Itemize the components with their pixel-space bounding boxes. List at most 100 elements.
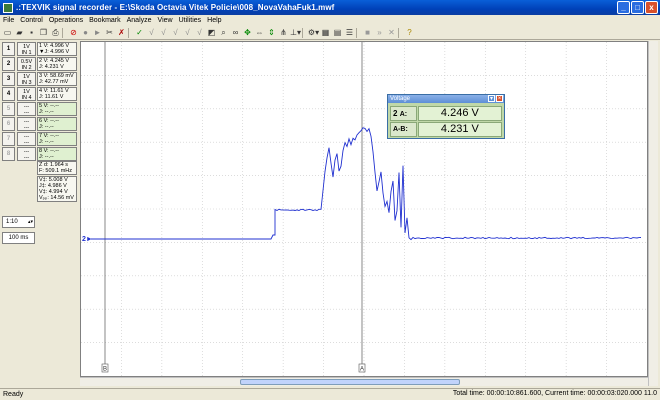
tools-icon[interactable]: ✂ [104, 27, 115, 38]
close-button[interactable]: x [645, 1, 658, 14]
play-icon[interactable]: ► [92, 27, 103, 38]
grid-icon[interactable]: ▤ [332, 27, 343, 38]
menu-bookmark[interactable]: Bookmark [89, 17, 121, 24]
voltage-a-value: 4.246 V [417, 106, 502, 121]
channel-panel: 1 1V IN 11 V: 4.996 V ▼J: 4.996 V 2 0.5V IN 22… [0, 41, 78, 386]
square-icon[interactable]: ■ [362, 27, 373, 38]
channel-1-button[interactable]: 1 [2, 42, 15, 56]
channel-5-range[interactable]: --- --- [17, 102, 36, 116]
cursor-b-value: J: --.-- [39, 109, 54, 115]
voltage-window-menu-button[interactable]: ▾ [488, 95, 495, 102]
channel-5-values: 5 V: --.-- J: --.-- [37, 102, 77, 116]
channel-input-name: IN 3 [21, 80, 32, 86]
voltage-window-header[interactable]: Voltage ▾ × [388, 95, 504, 103]
channel-input-name: --- [23, 110, 30, 116]
cursor-b-value: J: --.-- [39, 124, 54, 130]
open-folder-icon[interactable]: ▰ [14, 27, 25, 38]
app-icon [3, 2, 13, 13]
channel-4-range[interactable]: 1V IN 4 [17, 87, 36, 101]
status-times: Total time: 00:00:10:861.600, Current ti… [452, 390, 657, 397]
cursor-b-value: J: 11.61 V [39, 94, 64, 100]
copy-icon[interactable]: ❐ [38, 27, 49, 38]
status-ready: Ready [3, 391, 24, 398]
save-icon[interactable]: ▪ [26, 27, 37, 38]
plot-canvas[interactable]: B A 2► [81, 42, 647, 376]
help-icon[interactable]: ? [404, 27, 415, 38]
stop-x-icon[interactable]: ✕ [386, 27, 397, 38]
channel-3-range[interactable]: 1V IN 3 [17, 72, 36, 86]
contrast-icon[interactable]: ◩ [206, 27, 217, 38]
settings-icon[interactable]: ⚙▾ [308, 27, 319, 38]
voltage-window-close-button[interactable]: × [496, 95, 503, 102]
cursor-b-value: ▼J: 4.996 V [39, 49, 70, 55]
menu-help[interactable]: Help [207, 17, 221, 24]
new-file-icon[interactable]: ▭ [2, 27, 13, 38]
check-v4-icon[interactable]: √ [182, 27, 193, 38]
voltage-ab-value: 4.231 V [417, 122, 502, 137]
channel-8-button[interactable]: 8 [2, 147, 15, 161]
channel-4-button[interactable]: 4 [2, 87, 15, 101]
toolbar-separator [62, 27, 66, 38]
channel-8-range[interactable]: --- --- [17, 147, 36, 161]
cursor-b-value: J: 42.77 mV [39, 79, 69, 85]
horizontal-scrollbar[interactable] [80, 377, 648, 386]
menu-file[interactable]: File [3, 17, 14, 24]
channel-3-button[interactable]: 3 [2, 72, 15, 86]
table-icon[interactable]: ▦ [320, 27, 331, 38]
channel-2-button[interactable]: 2 [2, 57, 15, 71]
menu-bar: File Control Operations Bookmark Analyze… [0, 15, 660, 26]
check-v2-icon[interactable]: √ [158, 27, 169, 38]
channel-input-name: IN 2 [21, 65, 32, 71]
toolbar-separator [356, 27, 360, 38]
channel-7-range[interactable]: --- --- [17, 132, 36, 146]
channel-input-name: --- [23, 140, 30, 146]
window-title: .:TEXVIK signal recorder - E:\Skoda Octa… [16, 3, 335, 12]
binoculars-icon[interactable]: ∞ [230, 27, 241, 38]
print-icon[interactable]: ⎙ [50, 27, 61, 38]
channel-7-values: 7 V: --.-- J: --.-- [37, 132, 77, 146]
menu-operations[interactable]: Operations [49, 17, 83, 24]
channel-input-name: IN 4 [21, 95, 32, 101]
check-v1-icon[interactable]: √ [146, 27, 157, 38]
scrollbar-thumb[interactable] [240, 379, 460, 385]
minimize-button[interactable]: _ [617, 1, 630, 14]
menu-utilities[interactable]: Utilities [179, 17, 202, 24]
stop-icon[interactable]: ⊘ [68, 27, 79, 38]
signal-trace [91, 127, 642, 241]
toolbar: ▭ ▰ ▪ ❐ ⎙ ⊘ ● ► ✂ ✗ ✓ √ √ √ √ √ ◩ ⌕ ∞ ✥ … [0, 26, 660, 40]
split-icon[interactable]: ⋔ [278, 27, 289, 38]
cursor-b-value: J: 4.231 V [39, 64, 64, 70]
check-v5-icon[interactable]: √ [194, 27, 205, 38]
channel-5-button[interactable]: 5 [2, 102, 15, 116]
zoom-select[interactable]: 1:10 ▴▾ [2, 216, 35, 228]
channel-6-button[interactable]: 6 [2, 117, 15, 131]
a-label: A: [399, 111, 408, 118]
check-icon[interactable]: ✓ [134, 27, 145, 38]
channel-6-range[interactable]: --- --- [17, 117, 36, 131]
check-v3-icon[interactable]: √ [170, 27, 181, 38]
channel-7-button[interactable]: 7 [2, 132, 15, 146]
time-div-field[interactable]: 100 ms [2, 232, 35, 244]
record-icon[interactable]: ● [80, 27, 91, 38]
cut-icon[interactable]: ✗ [116, 27, 127, 38]
channel-1-range[interactable]: 1V IN 1 [17, 42, 36, 56]
list-icon[interactable]: ☰ [344, 27, 355, 38]
signal-plot[interactable]: B A 2► [80, 41, 648, 377]
channel-2-range[interactable]: 0.5V IN 2 [17, 57, 36, 71]
menu-view[interactable]: View [158, 17, 173, 24]
expand-horizontal-icon[interactable]: ⇔ [254, 27, 265, 38]
maximize-button[interactable]: □ [631, 1, 644, 14]
cursor-b-value: J: --.-- [39, 139, 54, 145]
cursor-menu-icon[interactable]: ⊥▾ [290, 27, 301, 38]
cursor-a-label: A [360, 367, 364, 373]
voltage-channel: 2 [393, 109, 398, 118]
menu-analyze[interactable]: Analyze [127, 17, 152, 24]
forward-icon[interactable]: » [374, 27, 385, 38]
arrows-icon[interactable]: ✥ [242, 27, 253, 38]
time-info-box: Z d: 1.964 s F: 509.1 mHz [37, 161, 77, 175]
vertical-scrollbar[interactable] [648, 41, 658, 386]
voltage-window-title: Voltage [390, 96, 411, 102]
zoom-icon[interactable]: ⌕ [218, 27, 229, 38]
expand-vertical-icon[interactable]: ⇕ [266, 27, 277, 38]
menu-control[interactable]: Control [20, 17, 43, 24]
